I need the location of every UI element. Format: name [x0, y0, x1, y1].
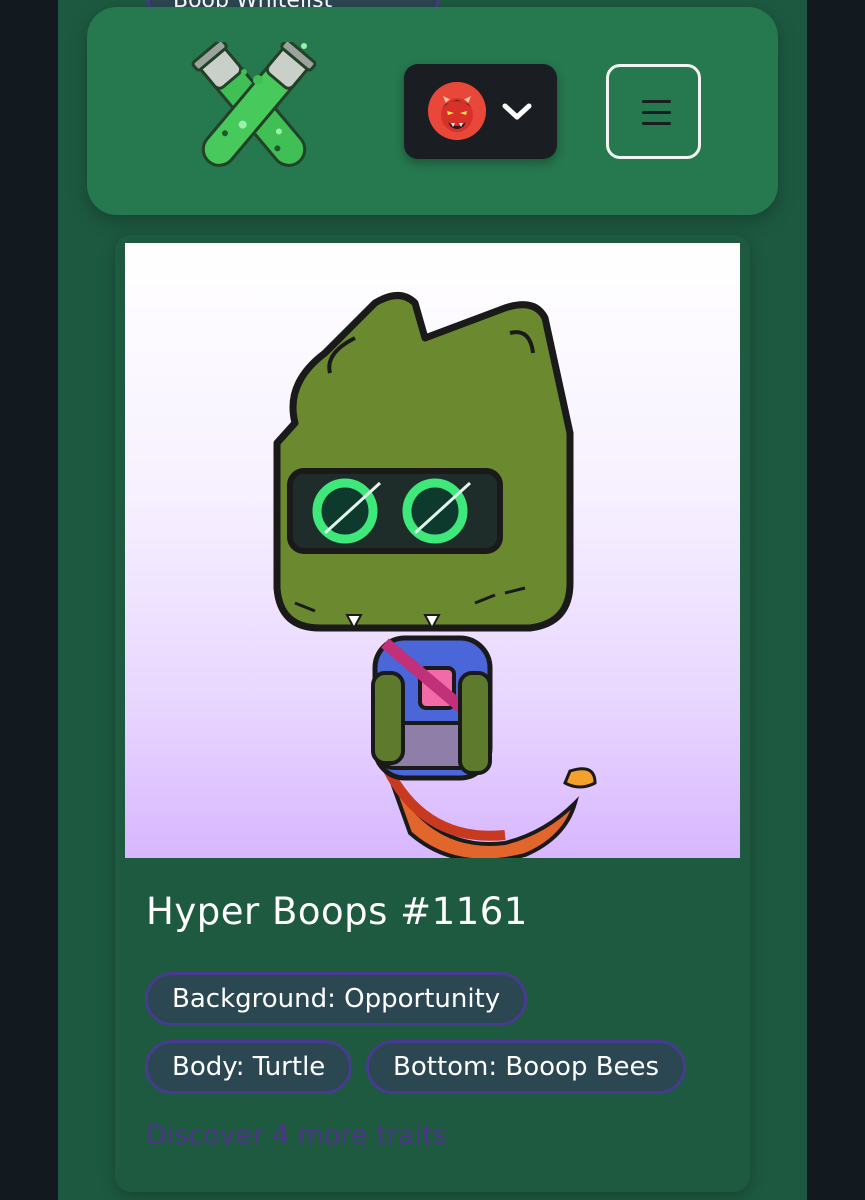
- menu-bar-bottom: [642, 122, 671, 125]
- trait-chip-bottom[interactable]: Bottom: Booop Bees: [366, 1040, 687, 1094]
- nft-character-illustration: [273, 292, 597, 858]
- menu-bar-top: [642, 100, 671, 103]
- hamburger-menu-button[interactable]: [606, 64, 701, 159]
- nft-title: Hyper Boops #1161: [146, 890, 528, 933]
- wallet-avatar-icon: [428, 82, 486, 140]
- discover-more-traits-link[interactable]: Discover 4 more traits: [146, 1120, 447, 1151]
- nft-image[interactable]: [125, 243, 740, 858]
- site-logo[interactable]: [186, 38, 322, 174]
- menu-bar-middle: [642, 111, 671, 114]
- test-tube-x-icon: [191, 38, 317, 167]
- chevron-down-icon: [500, 100, 534, 124]
- trait-chip-body[interactable]: Body: Turtle: [145, 1040, 353, 1094]
- trait-chip-background[interactable]: Background: Opportunity: [145, 972, 528, 1026]
- wallet-account-button[interactable]: [404, 64, 557, 159]
